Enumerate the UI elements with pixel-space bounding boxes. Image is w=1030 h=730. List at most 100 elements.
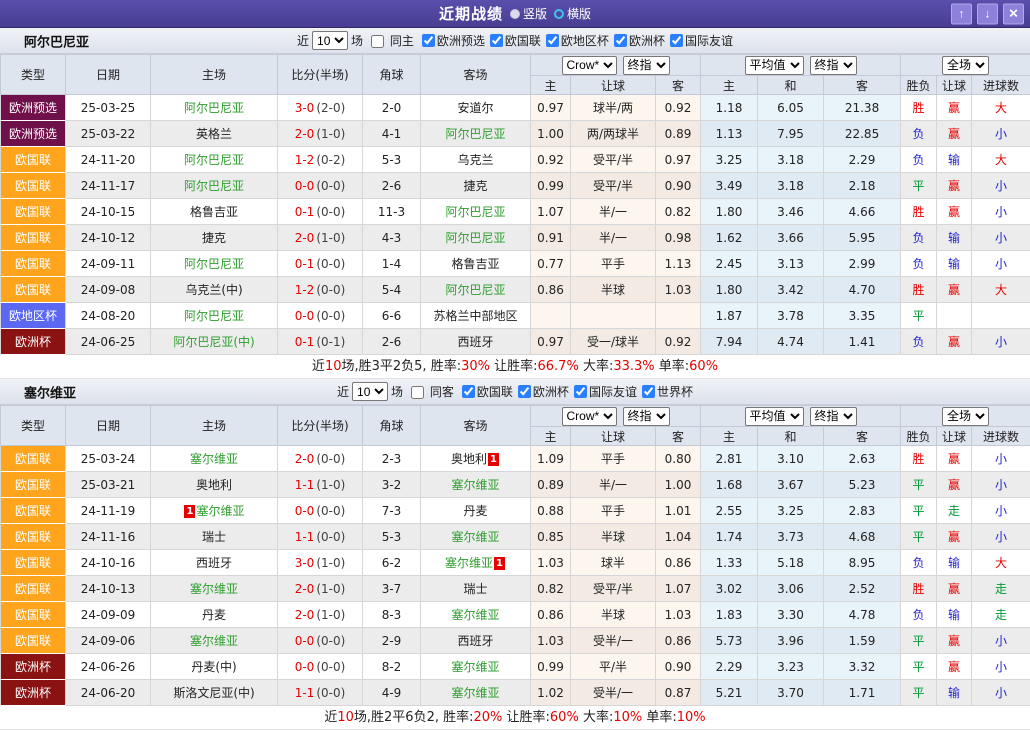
match-count-select[interactable]: 10 (312, 31, 348, 50)
team-name-link[interactable]: 瑞士 (202, 530, 226, 544)
close-button[interactable]: ✕ (1003, 3, 1024, 24)
league-filter[interactable]: 欧洲杯 (513, 383, 569, 400)
team-name-link[interactable]: 阿尔巴尼亚 (445, 283, 505, 297)
team-name-link[interactable]: 苏格兰中部地区 (433, 309, 517, 323)
average-odds-select[interactable]: 平均值 (745, 407, 804, 426)
final-odds-select[interactable]: 终指 (623, 56, 670, 75)
match-date: 25-03-21 (66, 472, 151, 498)
team-name-link[interactable]: 阿尔巴尼亚 (445, 231, 505, 245)
league-filter[interactable]: 欧洲预选 (417, 32, 485, 49)
team-name-link[interactable]: 塞尔维亚 (445, 556, 493, 570)
team-name-link[interactable]: 丹麦 (463, 504, 487, 518)
match-row: 欧国联24-10-12捷克2-0(1-0)4-3阿尔巴尼亚0.91半/一0.98… (1, 225, 1030, 251)
league-filter[interactable]: 欧国联 (485, 32, 541, 49)
team-name-link[interactable]: 阿尔巴尼亚 (184, 257, 244, 271)
full-time-score: 2-0 (295, 127, 315, 141)
team-name-link[interactable]: 斯洛文尼亚(中) (173, 686, 254, 700)
same-venue-checkbox[interactable] (371, 35, 384, 48)
team-name-link[interactable]: 阿尔巴尼亚 (184, 101, 244, 115)
odds-company-select[interactable]: Crow* (562, 407, 617, 426)
league-checkbox[interactable] (422, 34, 435, 47)
team-name-link[interactable]: 阿尔巴尼亚 (445, 127, 505, 141)
team-name-link[interactable]: 安道尔 (457, 101, 493, 115)
league-filter[interactable]: 国际友谊 (665, 32, 733, 49)
league-checkbox[interactable] (670, 34, 683, 47)
team-name-link[interactable]: 捷克 (202, 231, 226, 245)
team-name-link[interactable]: 塞尔维亚 (451, 660, 499, 674)
team-name-link[interactable]: 捷克 (463, 179, 487, 193)
scroll-up-button[interactable]: ↑ (951, 3, 972, 24)
league-checkbox[interactable] (462, 385, 475, 398)
euro-odds-home: 1.13 (701, 121, 758, 147)
team-name-link[interactable]: 塞尔维亚 (196, 504, 244, 518)
euro-odds-draw: 5.18 (758, 550, 824, 576)
team-name-link[interactable]: 阿尔巴尼亚(中) (173, 335, 254, 349)
team-name-link[interactable]: 西班牙 (457, 335, 493, 349)
league-filter[interactable]: 欧国联 (457, 383, 513, 400)
handicap-away-odds: 0.90 (656, 654, 701, 680)
layout-radio-horizontal[interactable]: 横版 (554, 5, 591, 22)
scroll-down-button[interactable]: ↓ (977, 3, 998, 24)
team-name-link[interactable]: 格鲁吉亚 (451, 257, 499, 271)
full-match-select[interactable]: 全场 (942, 407, 989, 426)
league-checkbox[interactable] (574, 385, 587, 398)
team-name-link[interactable]: 阿尔巴尼亚 (445, 205, 505, 219)
team-name-link[interactable]: 塞尔维亚 (190, 634, 238, 648)
team-name-link[interactable]: 英格兰 (196, 127, 232, 141)
league-filter[interactable]: 国际友谊 (569, 383, 637, 400)
radio-unselected-icon[interactable] (554, 9, 564, 19)
handicap-home-odds: 0.77 (531, 251, 571, 277)
radio-selected-icon[interactable] (510, 9, 520, 19)
red-card-badge: 1 (184, 505, 195, 518)
team-name-link[interactable]: 乌克兰 (457, 153, 493, 167)
team-name-link[interactable]: 格鲁吉亚 (190, 205, 238, 219)
team-name-link[interactable]: 阿尔巴尼亚 (184, 153, 244, 167)
team-name-link[interactable]: 西班牙 (457, 634, 493, 648)
league-filter[interactable]: 世界杯 (637, 383, 693, 400)
handicap-line: 半/一 (571, 225, 656, 251)
same-venue-filter[interactable]: 同客 (406, 383, 454, 400)
league-checkbox[interactable] (614, 34, 627, 47)
team-name-link[interactable]: 西班牙 (196, 556, 232, 570)
team-name-link[interactable]: 瑞士 (463, 582, 487, 596)
team-name-link[interactable]: 塞尔维亚 (190, 582, 238, 596)
layout-radio-vertical[interactable]: 竖版 (510, 5, 547, 22)
league-filters: 欧国联欧洲杯国际友谊世界杯 (457, 383, 693, 401)
corner-score: 2-3 (363, 446, 421, 472)
full-match-select[interactable]: 全场 (942, 56, 989, 75)
league-checkbox[interactable] (490, 34, 503, 47)
league-checkbox[interactable] (642, 385, 655, 398)
odds-company-select[interactable]: Crow* (562, 56, 617, 75)
league-filter[interactable]: 欧地区杯 (541, 32, 609, 49)
final-odds-select[interactable]: 终指 (623, 407, 670, 426)
match-rows: 欧洲预选25-03-25阿尔巴尼亚3-0(2-0)2-0安道尔0.97球半/两0… (1, 95, 1030, 355)
team-name-link[interactable]: 塞尔维亚 (190, 452, 238, 466)
result-handicap: 赢 (937, 121, 972, 147)
team-name-link[interactable]: 丹麦(中) (191, 660, 236, 674)
average-odds-select[interactable]: 平均值 (745, 56, 804, 75)
same-venue-filter[interactable]: 同主 (366, 32, 414, 49)
team-name-link[interactable]: 奥地利 (196, 478, 232, 492)
team-name-link[interactable]: 乌克兰(中) (185, 283, 242, 297)
team-name-link[interactable]: 阿尔巴尼亚 (184, 179, 244, 193)
final-odds-select-2[interactable]: 终指 (810, 407, 857, 426)
league-filter[interactable]: 欧洲杯 (609, 32, 665, 49)
match-count-select[interactable]: 10 (352, 382, 388, 401)
col-corner: 角球 (363, 406, 421, 446)
team-name-link[interactable]: 奥地利 (451, 452, 487, 466)
league-checkbox[interactable] (518, 385, 531, 398)
final-odds-select-2[interactable]: 终指 (810, 56, 857, 75)
team-name-link[interactable]: 塞尔维亚 (451, 608, 499, 622)
handicap-line: 平手 (571, 498, 656, 524)
result-outcome: 平 (901, 628, 937, 654)
team-name-link[interactable]: 丹麦 (202, 608, 226, 622)
league-checkbox[interactable] (546, 34, 559, 47)
sub-col-goals-result: 进球数 (972, 427, 1030, 446)
team-name-link[interactable]: 阿尔巴尼亚 (184, 309, 244, 323)
result-goals: 大 (972, 95, 1030, 121)
match-row: 欧洲杯24-06-26丹麦(中)0-0(0-0)8-2塞尔维亚0.99平/半0.… (1, 654, 1030, 680)
team-name-link[interactable]: 塞尔维亚 (451, 478, 499, 492)
team-name-link[interactable]: 塞尔维亚 (451, 686, 499, 700)
same-venue-checkbox[interactable] (411, 386, 424, 399)
team-name-link[interactable]: 塞尔维亚 (451, 530, 499, 544)
